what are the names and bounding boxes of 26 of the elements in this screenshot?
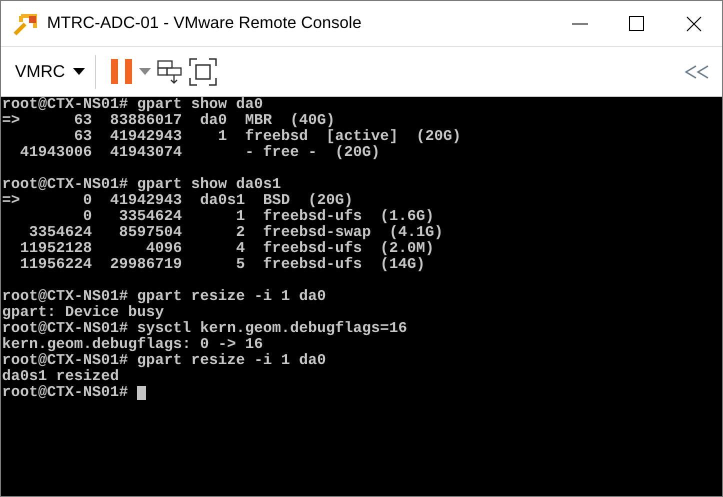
terminal-line: 11952128 4096 4 freebsd-ufs (2.0M) — [19, 241, 434, 257]
vmrc-menu-button[interactable]: VMRC — [9, 54, 92, 88]
minimize-icon — [572, 22, 588, 24]
terminal-line: 0 3354624 1 freebsd-ufs (1.6G) — [82, 209, 434, 225]
terminal-line: root@CTX-NS01# — [1, 385, 130, 401]
terminal-line: root@CTX-NS01# gpart show da0 — [1, 97, 264, 113]
terminal-line: root@CTX-NS01# gpart show da0s1 — [1, 177, 282, 193]
terminal-line: da0s1 resized — [1, 369, 120, 385]
window-title: MTRC-ADC-01 - VMware Remote Console — [47, 14, 362, 33]
terminal-line: root@CTX-NS01# sysctl kern.geom.debugflags=16 — [1, 321, 408, 337]
caret-icon — [139, 68, 152, 75]
terminal-line: gpart: Device busy — [1, 305, 164, 321]
terminal-line: 3354624 8597504 2 freebsd-swap (4.1G) — [28, 225, 444, 241]
terminal-line: 63 41942943 1 freebsd [active] (20G) — [73, 129, 462, 145]
maximize-icon — [629, 16, 644, 31]
terminal-line: root@CTX-NS01# gpart resize -i 1 da0 — [1, 289, 326, 305]
terminal-line: => 0 41942943 da0s1 BSD (20G) — [1, 193, 354, 209]
terminal-line: 11956224 29986719 5 freebsd-ufs (14G) — [19, 257, 426, 273]
caret-icon — [73, 68, 86, 75]
terminal-line: kern.geom.debugflags: 0 -> 16 — [1, 337, 264, 353]
pause-icon — [111, 59, 134, 84]
app-icon — [13, 12, 39, 36]
terminal-line: root@CTX-NS01# gpart resize -i 1 da0 — [1, 353, 326, 369]
terminal-line: 41943006 41943074 - free - (20G) — [19, 145, 380, 161]
terminal-line: => 63 83886017 da0 MBR (40G) — [1, 113, 336, 129]
close-icon — [686, 16, 702, 32]
